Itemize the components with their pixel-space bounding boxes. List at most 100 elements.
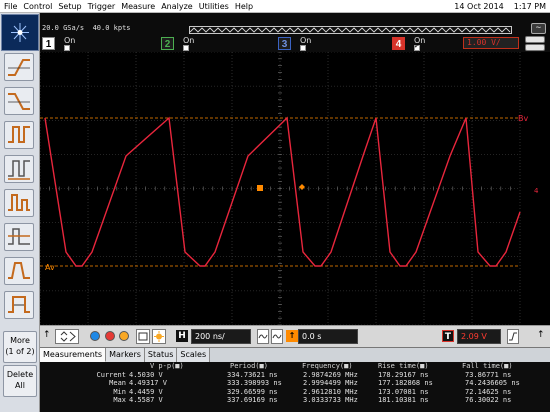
cell-period: 333.398993 ns xyxy=(227,379,282,387)
horizontal-delay[interactable]: 0.0 s xyxy=(298,329,358,344)
cell-frequency: 2.9994499 MHz xyxy=(303,379,358,387)
red-dot-icon[interactable] xyxy=(105,331,115,341)
rising-edge-trigger-icon[interactable] xyxy=(4,53,34,81)
channel-2-on-label: On xyxy=(183,36,195,45)
tab-status[interactable]: Status xyxy=(144,348,178,362)
trigger-slope-icon[interactable] xyxy=(507,329,519,344)
channel-4-probe-icon[interactable] xyxy=(525,36,545,43)
setup-hold-trigger-icon[interactable] xyxy=(4,223,34,251)
header-fall-time[interactable]: Fall time(■) xyxy=(462,362,513,371)
horizontal-label: H xyxy=(176,330,188,342)
menu-help[interactable]: Help xyxy=(232,0,256,13)
menu-trigger[interactable]: Trigger xyxy=(85,0,119,13)
cell-period: 334.73621 ns xyxy=(227,370,278,379)
delay-marker-icon[interactable]: ↑ xyxy=(286,330,298,342)
menu-measure[interactable]: Measure xyxy=(118,0,158,13)
datetime: 14 Oct 2014 1:17 PM xyxy=(444,0,546,13)
more-button[interactable]: More (1 of 2) xyxy=(3,331,37,363)
menu-analyze[interactable]: Analyze xyxy=(158,0,196,13)
vertical-stepper[interactable] xyxy=(55,329,79,344)
pulse-width-trigger-icon[interactable] xyxy=(4,121,34,149)
runt-trigger-icon[interactable] xyxy=(4,189,34,217)
toolbar-toggle-icon[interactable]: ∼ xyxy=(531,23,546,34)
marker-label-top: Bv xyxy=(518,114,528,123)
cell-rise-time: 181.10381 ns xyxy=(378,396,429,404)
trigger-level[interactable]: 2.09 V xyxy=(457,329,501,344)
cell-frequency: 2.9612810 MHz xyxy=(303,387,358,396)
trigger-label: T xyxy=(442,330,454,342)
table-row: Min 4.4459 V 329.66599 ns 2.9612810 MHz … xyxy=(40,388,550,397)
yellow-dot-icon[interactable] xyxy=(119,331,129,341)
channel-4-waveform xyxy=(44,116,521,267)
channel-4-coupling-icon[interactable] xyxy=(525,44,545,51)
cell-vpp: 4.5587 V xyxy=(129,396,163,404)
cell-fall-time: 73.86771 ns xyxy=(465,370,512,379)
scroll-right-icon[interactable]: ↑ xyxy=(537,329,547,344)
blue-dot-icon[interactable] xyxy=(90,331,100,341)
menu-setup[interactable]: Setup xyxy=(55,0,84,13)
pattern-trigger-icon[interactable] xyxy=(4,155,34,183)
acquisition-status: 20.0 GSa/s 40.0 kpts ∼ xyxy=(40,13,550,36)
sample-rate: 20.0 GSa/s 40.0 kpts xyxy=(42,24,131,33)
tab-scales[interactable]: Scales xyxy=(177,348,211,362)
cell-fall-time: 74.2436605 ns xyxy=(465,379,520,387)
cell-period: 337.69169 ns xyxy=(227,396,278,404)
marker-square[interactable] xyxy=(257,185,263,191)
table-row: Current 4.5030 V 334.73621 ns 2.9874269 … xyxy=(40,371,550,380)
timeout-trigger-icon[interactable] xyxy=(4,291,34,319)
menu-bar: File Control Setup Trigger Measure Analy… xyxy=(0,0,550,13)
falling-edge-trigger-icon[interactable] xyxy=(4,87,34,115)
cell-vpp: 4.49317 V xyxy=(129,379,167,387)
waveform-display[interactable]: Bv Av 4 xyxy=(40,52,550,325)
cell-fall-time: 72.14625 ns xyxy=(465,387,512,396)
horizontal-coarse-icon[interactable] xyxy=(271,329,283,344)
channel-4-ground-label: 4 xyxy=(534,187,539,195)
menu-file[interactable]: File xyxy=(0,0,20,13)
row-label: Min xyxy=(113,387,126,396)
autoscale-icon[interactable] xyxy=(152,329,166,344)
control-row: ↑ H 200 ns/ ↑ 0.0 s T 2.09 V ↑ xyxy=(40,325,550,347)
measurements-panel: Measurements Markers Status Scales V p-p… xyxy=(40,347,550,412)
cell-vpp: 4.4459 V xyxy=(129,387,163,396)
header-frequency[interactable]: Frequency(■) xyxy=(302,362,353,371)
table-row: Mean 4.49317 V 333.398993 ns 2.9994499 M… xyxy=(40,379,550,388)
horizontal-scale[interactable]: 200 ns/ xyxy=(191,329,251,344)
tab-markers[interactable]: Markers xyxy=(106,348,145,362)
header-vpp[interactable]: V p-p(■) xyxy=(150,362,184,371)
transition-trigger-icon[interactable] xyxy=(4,257,34,285)
delete-all-button[interactable]: Delete All xyxy=(3,365,37,397)
channel-4-number: 4 xyxy=(392,37,405,50)
channel-1-checkbox[interactable] xyxy=(64,45,70,51)
marker-diamond[interactable] xyxy=(299,184,305,190)
cell-vpp: 4.5030 V xyxy=(129,370,163,379)
channel-4-scale[interactable]: 1.00 V/ xyxy=(463,37,519,49)
header-rise-time[interactable]: Rise time(■) xyxy=(378,362,429,371)
channel-3-checkbox[interactable] xyxy=(300,45,306,51)
channel-4-checkbox[interactable] xyxy=(414,42,420,51)
more-page: (1 of 2) xyxy=(5,347,35,356)
measurement-header-row: V p-p(■) Period(■) Frequency(■) Rise tim… xyxy=(40,362,550,371)
channel-3-on-label: On xyxy=(300,36,312,45)
menu-utilities[interactable]: Utilities xyxy=(196,0,232,13)
measurement-tabs: Measurements Markers Status Scales xyxy=(40,348,550,362)
zoom-icon[interactable] xyxy=(136,329,150,344)
left-toolbar: More (1 of 2) Delete All xyxy=(0,13,40,412)
menu-control[interactable]: Control xyxy=(20,0,55,13)
agilent-logo-icon xyxy=(1,14,39,51)
delete-label: Delete xyxy=(6,370,34,379)
memory-depth: 40.0 kpts xyxy=(92,24,131,32)
channel-1-on-label: On xyxy=(64,36,76,45)
delete-sub: All xyxy=(15,381,25,390)
cell-rise-time: 178.29167 ns xyxy=(378,370,429,379)
cell-frequency: 3.0333733 MHz xyxy=(303,396,358,404)
tab-measurements[interactable]: Measurements xyxy=(40,348,107,362)
table-row: Max 4.5587 V 337.69169 ns 3.0333733 MHz … xyxy=(40,396,550,405)
cell-period: 329.66599 ns xyxy=(227,387,278,396)
channel-2-checkbox[interactable] xyxy=(183,45,189,51)
header-period[interactable]: Period(■) xyxy=(230,362,268,371)
date-text: 14 Oct 2014 xyxy=(454,2,504,11)
horizontal-fine-icon[interactable] xyxy=(257,329,269,344)
scroll-up-icon[interactable]: ↑ xyxy=(43,329,53,344)
more-label: More xyxy=(10,336,30,345)
sample-rate-value: 20.0 GSa/s xyxy=(42,24,85,32)
